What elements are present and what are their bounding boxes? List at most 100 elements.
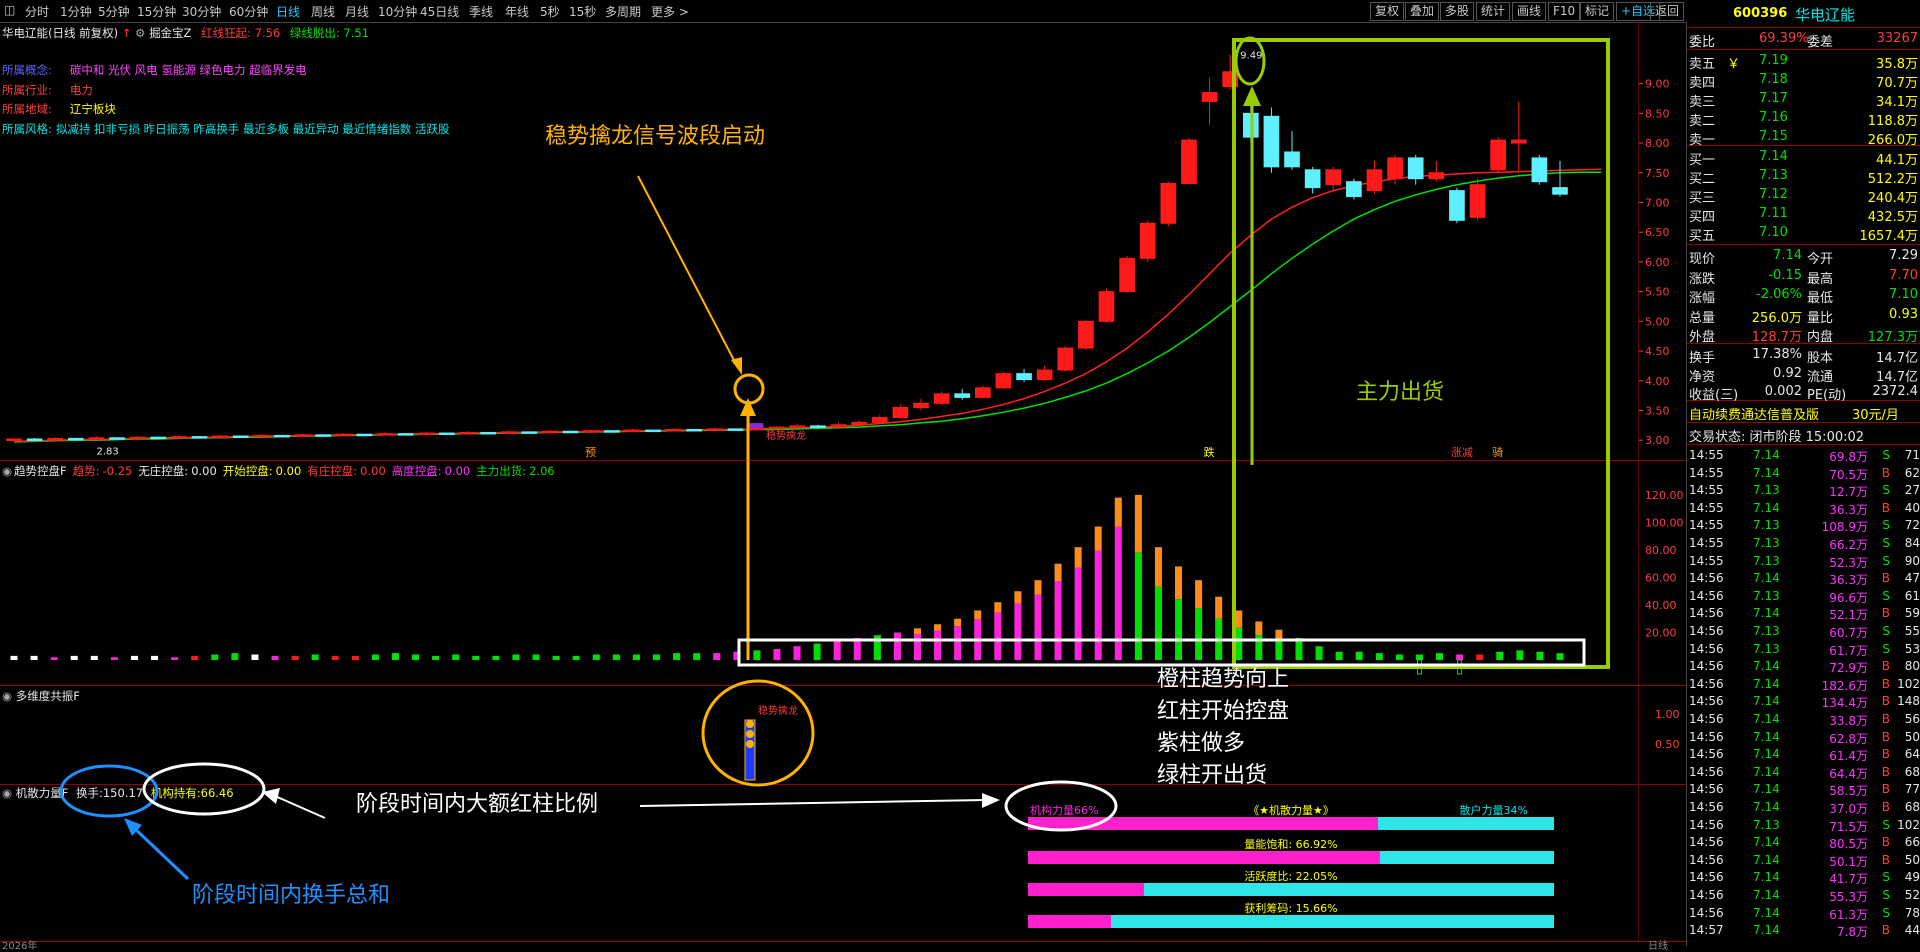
tick-time: 14:56	[1689, 852, 1724, 867]
tick-row: 14:56 7.14 55.3万 S 52	[1687, 887, 1920, 905]
tick-time: 14:56	[1689, 905, 1724, 920]
stat2-row: 换手 17.38% 股本 14.7亿	[1687, 346, 1920, 366]
tick-time: 14:56	[1689, 624, 1724, 638]
tick-time: 14:56	[1689, 712, 1724, 726]
tick-row: 14:56 7.14 37.0万 B 68	[1687, 799, 1920, 817]
legend-note-line: 绿柱开出货	[1157, 763, 1268, 788]
tick-count: 61	[1904, 588, 1920, 603]
stat-row: 现价 7.14 今开 7.29	[1687, 247, 1920, 267]
stat-value: 7.29	[1889, 248, 1918, 263]
promo-row[interactable]: 自动续费通达信普及版 30元/月	[1687, 403, 1920, 423]
peak-circle	[1234, 36, 1266, 86]
tick-side: B	[1881, 782, 1890, 797]
tick-time: 14:56	[1689, 888, 1724, 902]
stat-row: 总量 256.0万 量比 0.93	[1687, 306, 1920, 326]
trend-range-box	[737, 638, 1586, 667]
tick-time: 14:56	[1689, 676, 1724, 691]
ask-volume: 70.7万	[1876, 76, 1918, 91]
tick-time: 14:56	[1689, 764, 1724, 779]
tick-row: 14:55 7.14 69.8万 S 71	[1687, 447, 1920, 465]
signal-pointer-line	[637, 175, 738, 367]
tick-row: 14:57 7.14 7.8万 B 44	[1687, 922, 1920, 940]
ask-price: 7.19	[1759, 53, 1788, 68]
tick-price: 7.14	[1753, 729, 1780, 744]
tick-count: 80	[1904, 659, 1920, 674]
ask-price: 7.17	[1759, 91, 1788, 106]
tick-side: S	[1882, 905, 1890, 920]
tick-row: 14:56 7.14 50.1万 B 50	[1687, 852, 1920, 870]
ask-volume: 118.8万	[1867, 114, 1918, 129]
bid-row: 买五 7.10 1657.4万	[1687, 224, 1920, 244]
tick-side: S	[1882, 448, 1890, 462]
stat-label: 涨幅	[1689, 291, 1716, 306]
tick-row: 14:56 7.14 61.3万 S 78	[1687, 905, 1920, 923]
tick-side: B	[1881, 694, 1890, 709]
ask-row: 卖一 7.15 266.0万	[1687, 128, 1920, 148]
tick-row: 14:56 7.14 134.4万 B 148	[1687, 693, 1920, 711]
trade-status-row: 交易状态: 闭市阶段 15:00:02	[1687, 425, 1920, 445]
quote-header: 600396 华电辽能	[1687, 5, 1920, 24]
quote-panel: 600396 华电辽能 委比 69.39% 委差 33267 自动续费通达信普及…	[1687, 0, 1920, 946]
tick-row: 14:56 7.13 96.6万 S 61	[1687, 588, 1920, 606]
tick-volume: 61.3万	[1829, 907, 1868, 922]
promo-price[interactable]: 30元/月	[1852, 404, 1899, 423]
ask-price: 7.15	[1759, 129, 1788, 144]
webi-label: 委比	[1689, 35, 1716, 50]
bid-row: 买二 7.13 512.2万	[1687, 167, 1920, 187]
tick-side: S	[1882, 483, 1890, 498]
bid-row: 买四 7.11 432.5万	[1687, 205, 1920, 225]
webi-value: 69.39%	[1759, 31, 1809, 46]
tick-row: 14:55 7.14 70.5万 B 62	[1687, 465, 1920, 483]
tick-time: 14:55	[1689, 465, 1724, 480]
ask-price: 7.18	[1759, 72, 1788, 87]
tick-row: 14:56 7.14 33.8万 B 56	[1687, 711, 1920, 729]
stat-value: -2.06%	[1756, 287, 1802, 302]
bid-volume: 240.4万	[1867, 191, 1918, 206]
inst-pointer-line	[274, 795, 326, 819]
tick-price: 7.14	[1753, 923, 1780, 938]
tick-row: 14:55 7.13 52.3万 S 90	[1687, 553, 1920, 571]
tick-price: 7.14	[1753, 800, 1780, 814]
resonance-circle	[701, 679, 815, 787]
tick-time: 14:56	[1689, 588, 1724, 603]
tick-count: 52	[1904, 888, 1920, 902]
tick-price: 7.14	[1753, 747, 1780, 762]
bid-label: 买二	[1689, 172, 1716, 187]
tick-count: 102	[1897, 817, 1920, 832]
tick-row: 14:56 7.14 64.4万 B 68	[1687, 764, 1920, 782]
tick-side: S	[1882, 588, 1890, 603]
tick-side: B	[1881, 923, 1890, 938]
tick-volume: 36.3万	[1829, 502, 1868, 517]
turnover-note: 阶段时间内换手总和	[192, 883, 391, 908]
tick-volume: 12.7万	[1829, 485, 1868, 500]
tick-side: B	[1881, 571, 1890, 586]
tick-volume: 66.2万	[1829, 538, 1868, 552]
stat-label: 量比	[1807, 310, 1834, 326]
tick-side: S	[1882, 624, 1890, 638]
tick-row: 14:55 7.13 12.7万 S 27	[1687, 482, 1920, 500]
bid-price: 7.11	[1759, 206, 1788, 221]
tick-volume: 61.4万	[1829, 749, 1868, 764]
tick-volume: 96.6万	[1829, 590, 1868, 605]
tick-row: 14:56 7.13 71.5万 S 102	[1687, 817, 1920, 835]
tick-price: 7.14	[1753, 888, 1780, 902]
tick-price: 7.14	[1753, 782, 1780, 797]
tick-price: 7.13	[1753, 817, 1780, 832]
bid-volume: 432.5万	[1867, 210, 1918, 225]
tick-row: 14:55 7.13 108.9万 S 72	[1687, 517, 1920, 535]
bid-volume: 1657.4万	[1859, 229, 1919, 244]
stat-value: 128.7万	[1751, 330, 1802, 345]
tick-time: 14:56	[1689, 606, 1724, 621]
promo-text[interactable]: 自动续费通达信普及版	[1689, 404, 1819, 423]
tick-volume: 60.7万	[1829, 626, 1868, 640]
tick-time: 14:56	[1689, 641, 1724, 656]
tick-price: 7.13	[1753, 518, 1780, 533]
tick-side: S	[1882, 888, 1890, 902]
stat-value: 2372.4	[1872, 384, 1919, 399]
tick-time: 14:56	[1689, 659, 1724, 674]
tick-row: 14:56 7.14 52.1万 B 59	[1687, 605, 1920, 623]
tick-time: 14:56	[1689, 817, 1724, 832]
tick-volume: 41.7万	[1829, 872, 1868, 887]
tick-time: 14:55	[1689, 500, 1724, 515]
ratio-pointer-arrowhead	[982, 793, 1000, 808]
